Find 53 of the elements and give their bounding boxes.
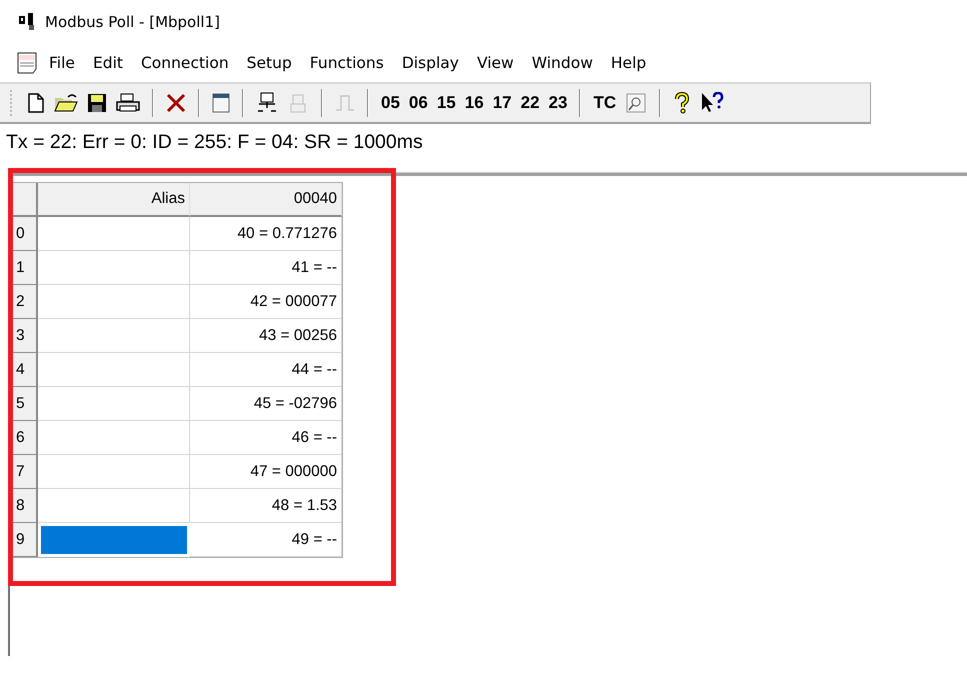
alias-cell[interactable] — [38, 319, 190, 353]
app-icon — [17, 12, 37, 32]
menu-item[interactable]: View — [470, 54, 521, 72]
function-button[interactable]: 15 — [434, 88, 459, 118]
row-header[interactable]: 5 — [12, 387, 38, 421]
alias-cell[interactable] — [38, 387, 190, 421]
function-button[interactable]: 06 — [406, 88, 431, 118]
alias-cell[interactable] — [38, 217, 190, 251]
value-cell[interactable]: 47 = 000000 — [190, 455, 342, 489]
row-header[interactable]: 9 — [12, 523, 38, 557]
column-header[interactable]: 00040 — [190, 183, 342, 217]
status-text: Tx = 22: Err = 0: ID = 255: F = 04: SR = 1000ms — [5, 130, 424, 155]
menu-item[interactable]: Window — [524, 54, 600, 72]
value-cell[interactable]: 41 = -- — [190, 251, 342, 285]
value-cell[interactable]: 42 = 000077 — [190, 285, 342, 319]
function-button[interactable]: TC — [590, 88, 620, 118]
function-button[interactable]: 16 — [462, 88, 487, 118]
alias-cell[interactable] — [38, 421, 190, 455]
alias-cell[interactable] — [38, 285, 190, 319]
value-cell[interactable]: 48 = 1.53 — [190, 489, 342, 523]
function-button[interactable]: 17 — [490, 88, 515, 118]
alias-cell[interactable] — [38, 489, 190, 523]
menu-item[interactable]: Display — [394, 54, 466, 72]
alias-cell[interactable] — [38, 251, 190, 285]
row-header[interactable]: 8 — [12, 489, 38, 523]
row-header[interactable]: 2 — [12, 285, 38, 319]
function-button[interactable]: 05 — [378, 88, 403, 118]
value-cell[interactable]: 43 = 00256 — [190, 319, 342, 353]
row-header[interactable]: 0 — [12, 217, 38, 251]
menu-item[interactable]: Edit — [86, 54, 130, 72]
function-button[interactable]: 22 — [518, 88, 543, 118]
document-icon[interactable] — [16, 52, 38, 74]
menu-item[interactable]: Connection — [134, 54, 236, 72]
row-header[interactable]: 3 — [12, 319, 38, 353]
row-header[interactable]: 6 — [12, 421, 38, 455]
row-header[interactable]: 4 — [12, 353, 38, 387]
row-header[interactable]: 1 — [12, 251, 38, 285]
menu-item[interactable]: Setup — [240, 54, 299, 72]
menu-item[interactable]: Help — [604, 54, 654, 72]
row-header[interactable]: 7 — [12, 455, 38, 489]
window-title: Modbus Poll - [Mbpoll1] — [45, 13, 220, 31]
alias-cell[interactable] — [38, 353, 190, 387]
column-header[interactable]: Alias — [38, 183, 190, 217]
alias-cell[interactable] — [38, 455, 190, 489]
function-button[interactable]: 23 — [546, 88, 570, 118]
grid-corner — [12, 183, 38, 217]
menu-item[interactable]: Functions — [302, 54, 391, 72]
value-cell[interactable]: 44 = -- — [190, 353, 342, 387]
value-cell[interactable]: 45 = -02796 — [190, 387, 342, 421]
value-cell[interactable]: 49 = -- — [190, 523, 342, 557]
value-cell[interactable]: 40 = 0.771276 — [190, 217, 342, 251]
menu-item[interactable]: File — [42, 54, 82, 72]
value-cell[interactable]: 46 = -- — [190, 421, 342, 455]
